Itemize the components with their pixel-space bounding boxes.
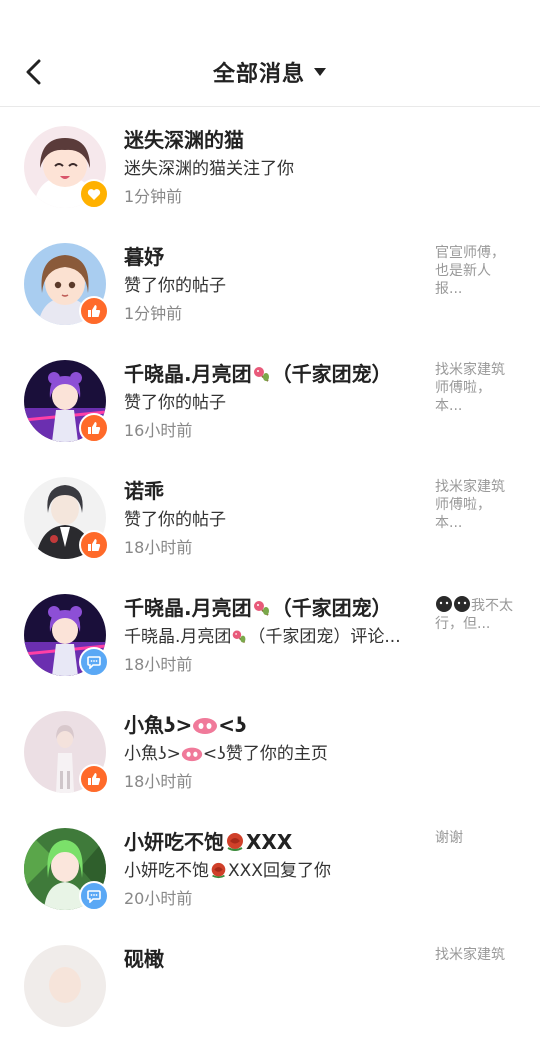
notification-text: 赞了你的帖子: [124, 393, 226, 413]
notification-text-start: 千晓晶.月亮团: [124, 627, 232, 647]
timestamp: 18小时前: [124, 655, 193, 674]
notification-item[interactable]: 诺乖 赞了你的帖子 18小时前 找米家建筑师傅啦，本...: [0, 459, 540, 576]
notification-text: 赞了你的帖子: [124, 276, 226, 296]
message-filter-dropdown[interactable]: 全部消息: [213, 56, 327, 88]
notification-text: 小妍吃不饱 XXX回复了你: [124, 856, 414, 881]
user-name: 诺乖: [124, 479, 164, 503]
heart-icon: [87, 188, 101, 200]
user-name-suffix: （千家团宠）: [271, 362, 392, 386]
timestamp: 18小时前: [124, 772, 193, 791]
comment-icon: [87, 655, 101, 669]
like-badge: [79, 296, 109, 326]
notification-text: 迷失深渊的猫关注了你: [124, 159, 294, 179]
notification-text-end: （千家团宠）评论...: [248, 627, 401, 647]
user-name: 迷失深渊的猫: [124, 128, 244, 152]
like-badge: [79, 764, 109, 794]
post-preview[interactable]: 官宣师傅，也是新人报...: [435, 244, 517, 298]
notification-text-end: <ʖ赞了你的主页: [202, 744, 328, 764]
comment-icon: [87, 889, 101, 903]
title-area: 全部消息: [0, 36, 540, 107]
post-preview[interactable]: 谢谢: [435, 829, 517, 847]
user-name: 暮妤: [124, 245, 164, 269]
notification-text: 千晓晶.月亮团 （千家团宠）评论...: [124, 622, 414, 647]
notification-text: 小魚ʖ> <ʖ赞了你的主页: [124, 739, 414, 764]
user-name-suffix: XXX: [246, 830, 293, 854]
user-name-suffix: （千家团宠）: [271, 596, 392, 620]
timestamp: 18小时前: [124, 538, 193, 557]
user-name-suffix: <ʖ: [218, 713, 247, 737]
strawberry-popsicle-emoji-icon: [253, 367, 269, 382]
page-title: 全部消息: [212, 61, 305, 87]
strawberry-popsicle-emoji-icon: [233, 630, 246, 644]
comment-badge: [79, 647, 109, 677]
notification-text-end: XXX回复了你: [228, 861, 331, 881]
notification-text-start: 小魚ʖ>: [124, 744, 181, 764]
like-badge: [79, 530, 109, 560]
post-preview[interactable]: 找米家建筑: [435, 946, 517, 964]
pig-nose-emoji-icon: [193, 718, 218, 734]
user-name: 千晓晶.月亮团 （千家团宠）: [124, 358, 392, 387]
rose-emoji-icon: [211, 862, 226, 879]
header: 全部消息: [0, 36, 540, 107]
notification-item[interactable]: 千晓晶.月亮团 （千家团宠） 赞了你的帖子 16小时前 找米家建筑师傅啦，本...: [0, 342, 540, 459]
rose-emoji-icon: [227, 833, 243, 851]
notification-item[interactable]: 迷失深渊的猫 迷失深渊的猫关注了你 1分钟前: [0, 108, 540, 225]
notification-item[interactable]: 暮妤 赞了你的帖子 1分钟前 官宣师傅，也是新人报...: [0, 225, 540, 342]
thumbs-up-icon: [88, 773, 101, 785]
post-preview[interactable]: 我不太行，但...: [435, 595, 517, 633]
follow-badge: [79, 179, 109, 209]
notification-item[interactable]: 砚橄 找米家建筑: [0, 927, 540, 1044]
post-preview[interactable]: 找米家建筑师傅啦，本...: [435, 361, 517, 415]
comment-badge: [79, 881, 109, 911]
user-name-text: 千晓晶.月亮团: [124, 596, 252, 620]
thumbs-up-icon: [88, 539, 101, 551]
user-name-text: 小妍吃不饱: [124, 830, 224, 854]
user-name-text: 小魚ʖ>: [124, 713, 193, 737]
strawberry-popsicle-emoji-icon: [253, 601, 269, 616]
user-name: 千晓晶.月亮团 （千家团宠）: [124, 592, 392, 621]
user-name: 砚橄: [124, 947, 164, 971]
notification-item[interactable]: 小魚ʖ> <ʖ 小魚ʖ> <ʖ赞了你的主页 18小时前: [0, 693, 540, 810]
timestamp: 20小时前: [124, 889, 193, 908]
notification-list: 迷失深渊的猫 迷失深渊的猫关注了你 1分钟前 暮妤 赞了你的帖子 1分钟前 官宣…: [0, 108, 540, 1044]
timestamp: 1分钟前: [124, 304, 183, 323]
user-name: 小魚ʖ> <ʖ: [124, 709, 246, 738]
post-preview[interactable]: 找米家建筑师傅啦，本...: [435, 478, 517, 532]
timestamp: 1分钟前: [124, 187, 183, 206]
user-name: 小妍吃不饱 XXX: [124, 826, 292, 855]
user-name-text: 千晓晶.月亮团: [124, 362, 252, 386]
caret-down-icon: [314, 67, 326, 76]
notification-text-start: 小妍吃不饱: [124, 861, 209, 881]
thumbs-up-icon: [88, 305, 101, 317]
pig-nose-emoji-icon: [181, 747, 203, 762]
notification-item[interactable]: 千晓晶.月亮团 （千家团宠） 千晓晶.月亮团 （千家团宠）评论... 18小时前 我…: [0, 576, 540, 693]
notification-text: 赞了你的帖子: [124, 510, 226, 530]
like-badge: [79, 413, 109, 443]
thumbs-up-icon: [88, 422, 101, 434]
timestamp: 16小时前: [124, 421, 193, 440]
black-face-emoji-icon: [436, 596, 470, 612]
notification-item[interactable]: 小妍吃不饱 XXX 小妍吃不饱 XXX回复了你 20小时前 谢谢: [0, 810, 540, 927]
avatar[interactable]: [24, 945, 106, 1027]
status-bar: [0, 0, 540, 36]
